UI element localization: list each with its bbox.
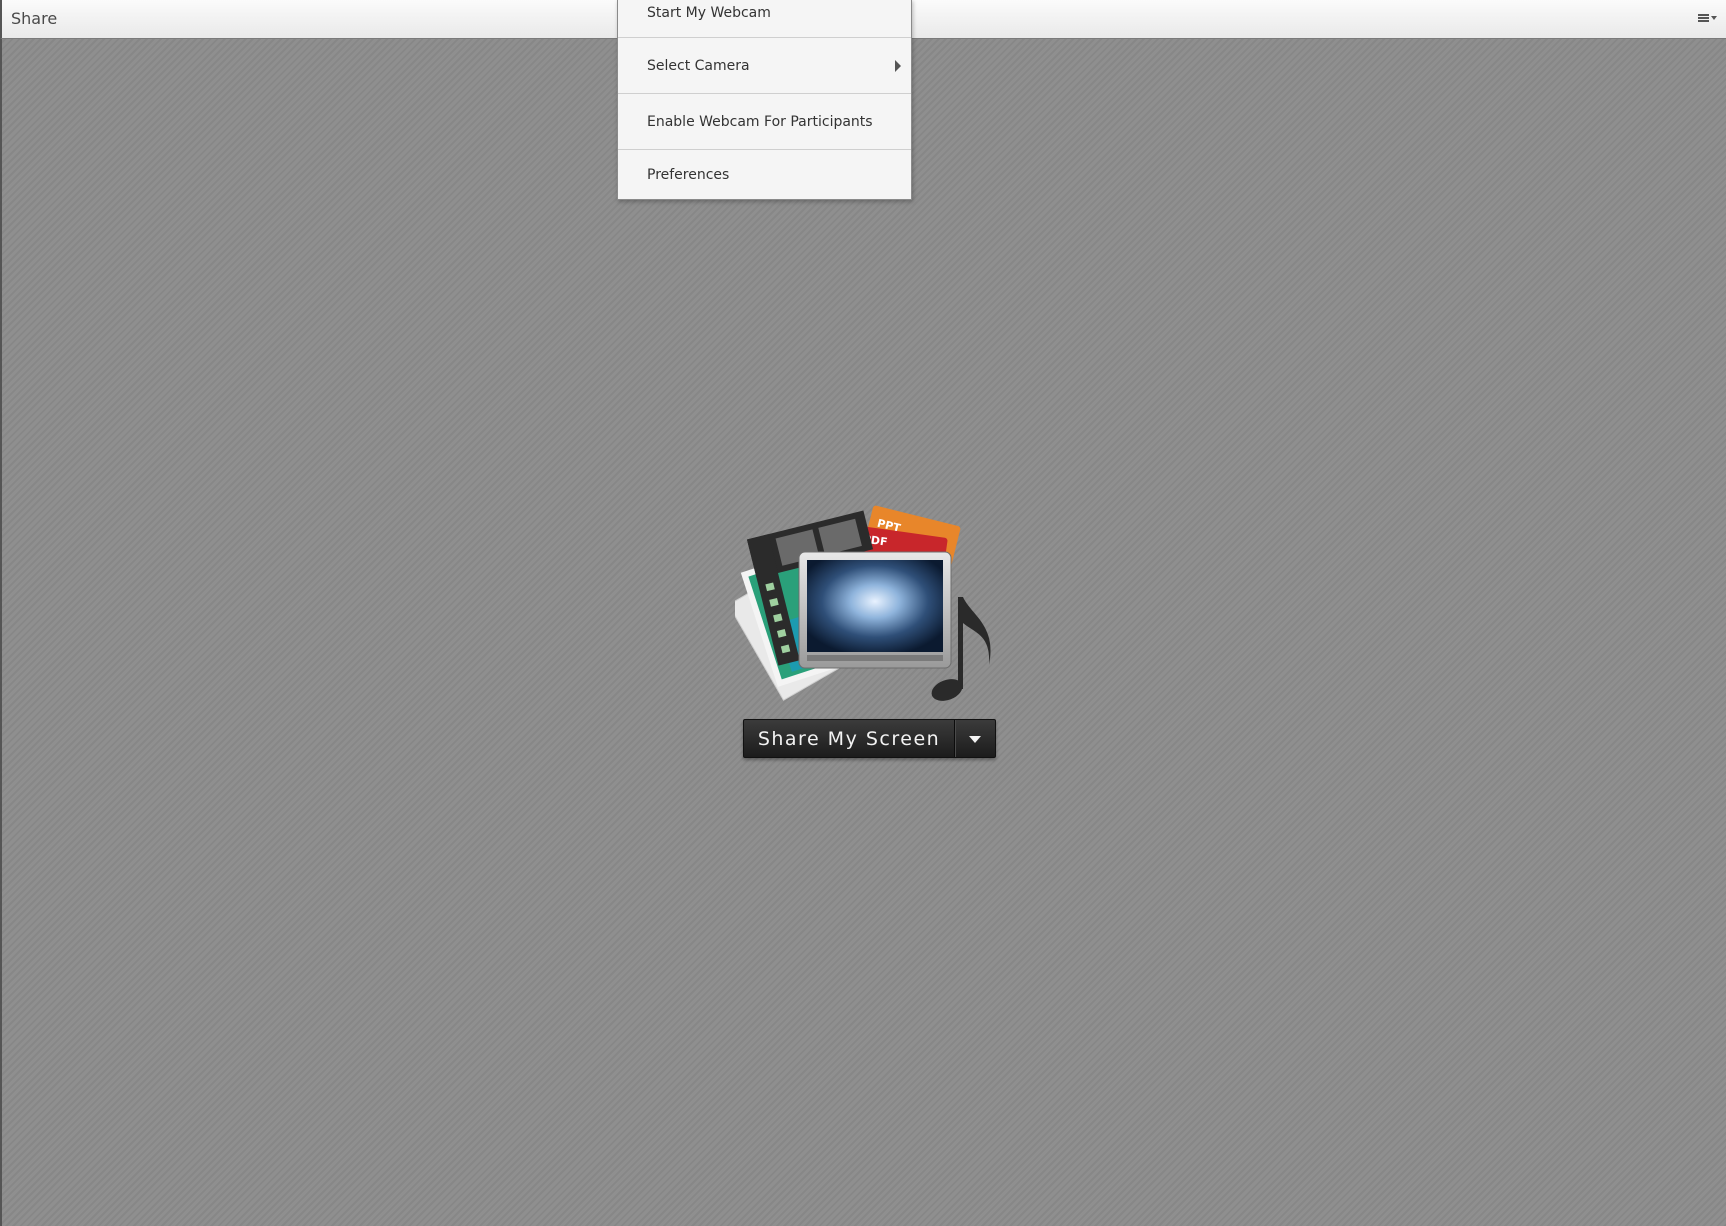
share-options-dropdown-button[interactable]: [955, 720, 995, 757]
submenu-arrow-icon: [895, 59, 901, 72]
menu-item-enable-webcam-for-participants[interactable]: Enable Webcam For Participants: [618, 94, 911, 149]
pod-title: Share: [11, 9, 58, 28]
menu-item-preferences[interactable]: Preferences: [618, 150, 911, 200]
menu-item-label: Enable Webcam For Participants: [647, 113, 873, 130]
menu-item-select-camera[interactable]: Select Camera: [618, 38, 911, 93]
pod-options-menu-icon[interactable]: [1698, 11, 1720, 27]
menu-item-label: Preferences: [647, 167, 730, 183]
share-my-screen-button[interactable]: Share My Screen: [744, 720, 954, 757]
webcam-dropdown-menu: Start My Webcam Select Camera Enable Web…: [617, 0, 912, 200]
dropdown-triangle-icon: [969, 736, 981, 743]
share-content-illustration: PPT PDF: [727, 505, 1000, 710]
share-my-screen-label: Share My Screen: [757, 728, 941, 750]
share-my-screen-button-group: Share My Screen: [743, 719, 996, 758]
menu-item-label: Start My Webcam: [647, 4, 771, 21]
menu-item-label: Select Camera: [647, 57, 750, 74]
menu-item-start-my-webcam[interactable]: Start My Webcam: [618, 0, 911, 40]
monitor-icon: [798, 551, 952, 669]
